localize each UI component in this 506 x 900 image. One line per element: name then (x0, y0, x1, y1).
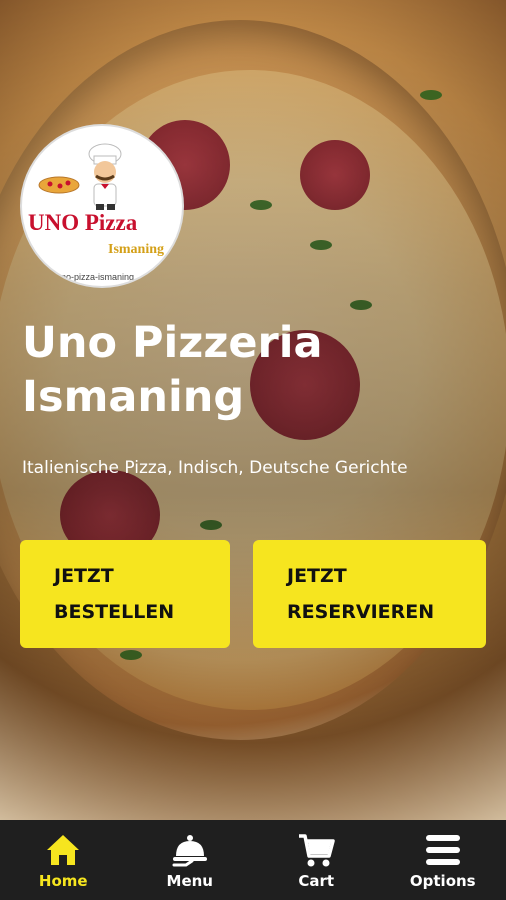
nav-item-options[interactable]: Options (380, 820, 506, 900)
page-subtitle: Italienische Pizza, Indisch, Deutsche Ge… (22, 458, 408, 478)
nav-label-cart: Cart (298, 872, 335, 890)
nav-item-cart[interactable]: Cart (253, 820, 380, 900)
logo-text-brand: UNO Pizza (28, 210, 138, 235)
logo-text-url: uno-pizza-ismaning (56, 272, 135, 282)
logo-text-location: Ismaning (108, 242, 165, 257)
nav-item-menu[interactable]: Menu (127, 820, 254, 900)
reserve-button-line2: RESERVIEREN (287, 601, 435, 623)
nav-label-options: Options (409, 872, 476, 890)
nav-label-menu: Menu (166, 872, 213, 890)
order-button-line1: JETZT (54, 565, 114, 587)
home-icon (47, 835, 80, 865)
nav-item-home[interactable]: Home (0, 820, 127, 900)
menu-bars-icon (425, 835, 460, 865)
restaurant-logo: UNO Pizza Ismaning uno-pizza-ismaning (22, 126, 182, 286)
cart-icon (299, 834, 335, 867)
reserve-button-line1: JETZT (287, 565, 347, 587)
bottom-navigation: Home Menu Cart Options (0, 820, 506, 900)
chef-mascot-icon (88, 143, 122, 210)
order-now-button[interactable]: JETZT BESTELLEN (20, 540, 230, 648)
serving-cloche-icon (172, 835, 207, 867)
nav-label-home: Home (38, 872, 88, 890)
order-button-line2: BESTELLEN (54, 601, 175, 623)
page-title: Uno Pizzeria Ismaning (22, 318, 323, 422)
pizza-icon (38, 176, 80, 194)
hero-section: UNO Pizza Ismaning uno-pizza-ismaning Un… (0, 0, 506, 820)
reserve-now-button[interactable]: JETZT RESERVIEREN (253, 540, 486, 648)
